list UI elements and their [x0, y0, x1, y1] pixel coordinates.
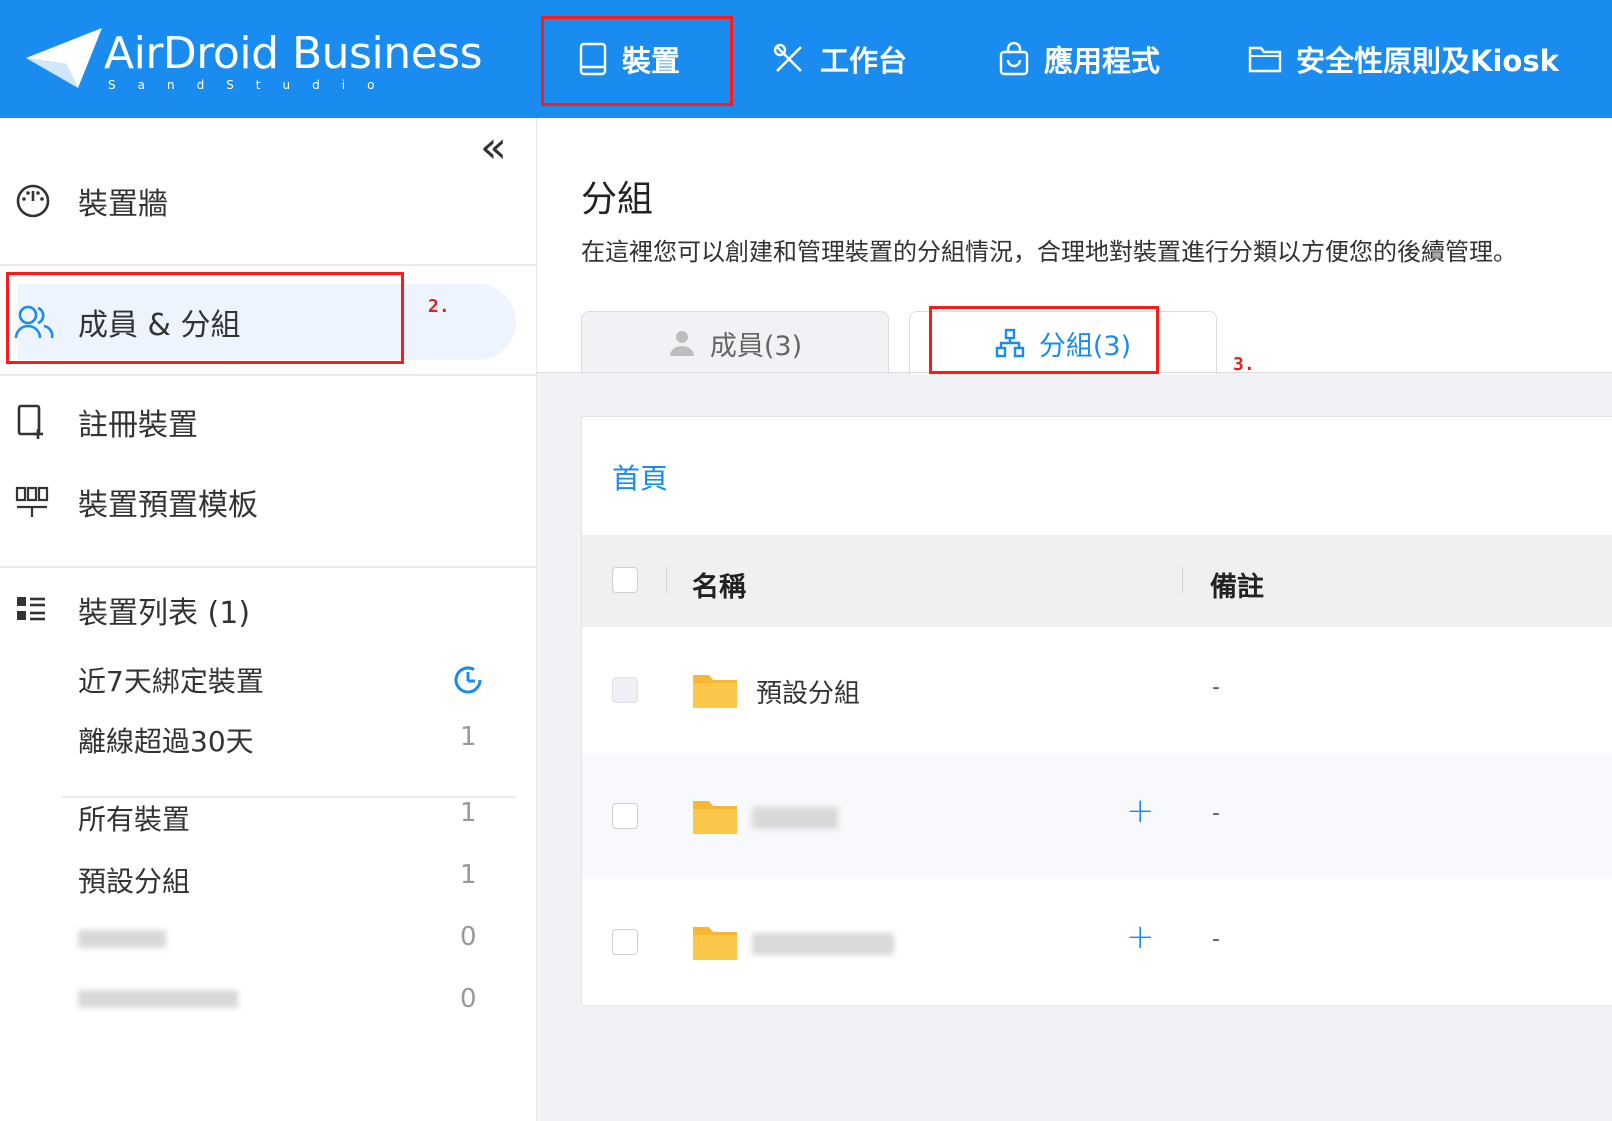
nav-workbench[interactable]: 工作台: [772, 0, 907, 118]
folder-outline-icon: [1248, 44, 1282, 74]
sidebar-subitem-count: 1: [460, 798, 477, 828]
breadcrumb-home[interactable]: 首頁: [612, 457, 668, 497]
sidebar-subitem-count: 0: [460, 984, 477, 1014]
divider: [0, 566, 536, 568]
sidebar-item-label: 註冊裝置: [78, 408, 198, 443]
sidebar-subitem-count: 1: [460, 860, 477, 890]
folder-icon: [692, 671, 738, 713]
highlight-box-3: [929, 306, 1159, 374]
sidebar-item-label: 裝置預置模板: [78, 488, 258, 523]
sidebar-subitem-label: 近7天綁定裝置: [78, 665, 264, 698]
register-device-icon: [14, 403, 48, 441]
table-header: 名稱 備註: [582, 535, 1612, 627]
page-description: 在這裡您可以創建和管理裝置的分組情況，合理地對裝置進行分類以方便您的後續管理。: [581, 238, 1517, 266]
column-separator: [1182, 567, 1183, 593]
divider: [0, 264, 536, 266]
sidebar: « 裝置牆 成員 & 分組 2. 註冊裝置 裝置預置模板 裝置列表 (1) 近7…: [0, 118, 537, 1121]
top-navigation-bar: AirDroid Business SandStudio 裝置 工作台 應用程式…: [0, 0, 1612, 118]
table-row[interactable]: 預設分組 -: [582, 627, 1612, 754]
nav-apps-label: 應用程式: [1044, 44, 1161, 78]
list-icon: [14, 593, 48, 627]
row-note: -: [1212, 675, 1220, 700]
select-all-checkbox[interactable]: [612, 567, 638, 593]
page-title: 分組: [581, 179, 654, 220]
sidebar-item-device-template[interactable]: 裝置預置模板: [0, 472, 536, 532]
annotation-3: 3.: [1233, 354, 1255, 375]
table-row[interactable]: + -: [582, 753, 1612, 880]
row-checkbox[interactable]: [612, 929, 638, 955]
groups-card: 首頁 名稱 備註 預設分組 - + - + -: [581, 416, 1612, 1006]
blurred-group-name: [78, 930, 166, 948]
sidebar-subitem-label: 離線超過30天: [78, 725, 254, 758]
logo-subtext: SandStudio: [108, 78, 397, 92]
blurred-group-name: [752, 807, 838, 829]
nav-workbench-label: 工作台: [820, 44, 908, 78]
row-checkbox: [612, 677, 638, 703]
dashboard-icon: [14, 182, 52, 220]
sidebar-item-device-wall[interactable]: 裝置牆: [0, 166, 536, 236]
add-subgroup-icon[interactable]: +: [1126, 917, 1155, 957]
sidebar-subitem-label: 預設分組: [78, 865, 191, 898]
main-content: 分組 在這裡您可以創建和管理裝置的分組情況，合理地對裝置進行分類以方便您的後續管…: [537, 118, 1612, 1121]
divider: [0, 374, 536, 376]
nav-apps[interactable]: 應用程式: [998, 0, 1160, 118]
shopping-bag-icon: [998, 42, 1030, 76]
nav-security-policy[interactable]: 安全性原則及Kiosk: [1248, 0, 1559, 118]
nav-security-policy-label: 安全性原則及Kiosk: [1296, 44, 1559, 78]
app-logo[interactable]: AirDroid Business SandStudio: [26, 22, 496, 102]
sidebar-item-label: 裝置列表 (1): [78, 596, 251, 631]
template-icon: [14, 485, 50, 519]
sidebar-item-label: 裝置牆: [78, 187, 168, 222]
annotation-2: 2.: [428, 296, 450, 317]
person-icon: [668, 329, 696, 357]
sidebar-subitem-label: 所有裝置: [78, 803, 191, 836]
row-name: 預設分組: [756, 679, 861, 709]
table-row[interactable]: + -: [582, 879, 1612, 1006]
clock-icon: [450, 662, 486, 702]
paper-plane-logo-icon: [26, 28, 102, 88]
column-separator: [666, 567, 667, 593]
row-note: -: [1212, 927, 1220, 952]
add-subgroup-icon[interactable]: +: [1126, 791, 1155, 831]
column-header-note: 備註: [1210, 572, 1264, 603]
highlight-box-2: [6, 272, 404, 364]
tab-members-label: 成員(3): [709, 330, 803, 362]
column-header-name: 名稱: [692, 572, 746, 603]
sidebar-item-device-list[interactable]: 裝置列表 (1): [0, 580, 536, 640]
folder-icon: [692, 797, 738, 839]
row-checkbox[interactable]: [612, 803, 638, 829]
highlight-box-1: [541, 16, 733, 106]
blurred-group-name: [752, 933, 894, 955]
sidebar-subitem-count: 0: [460, 922, 477, 952]
tools-icon: [772, 42, 806, 76]
sidebar-item-register-device[interactable]: 註冊裝置: [0, 392, 536, 452]
row-note: -: [1212, 801, 1220, 826]
sidebar-subitem-count: 1: [460, 722, 477, 752]
logo-text: AirDroid Business: [104, 28, 483, 79]
tab-members[interactable]: 成員(3): [581, 311, 889, 374]
blurred-group-name: [78, 990, 238, 1008]
folder-icon: [692, 923, 738, 965]
